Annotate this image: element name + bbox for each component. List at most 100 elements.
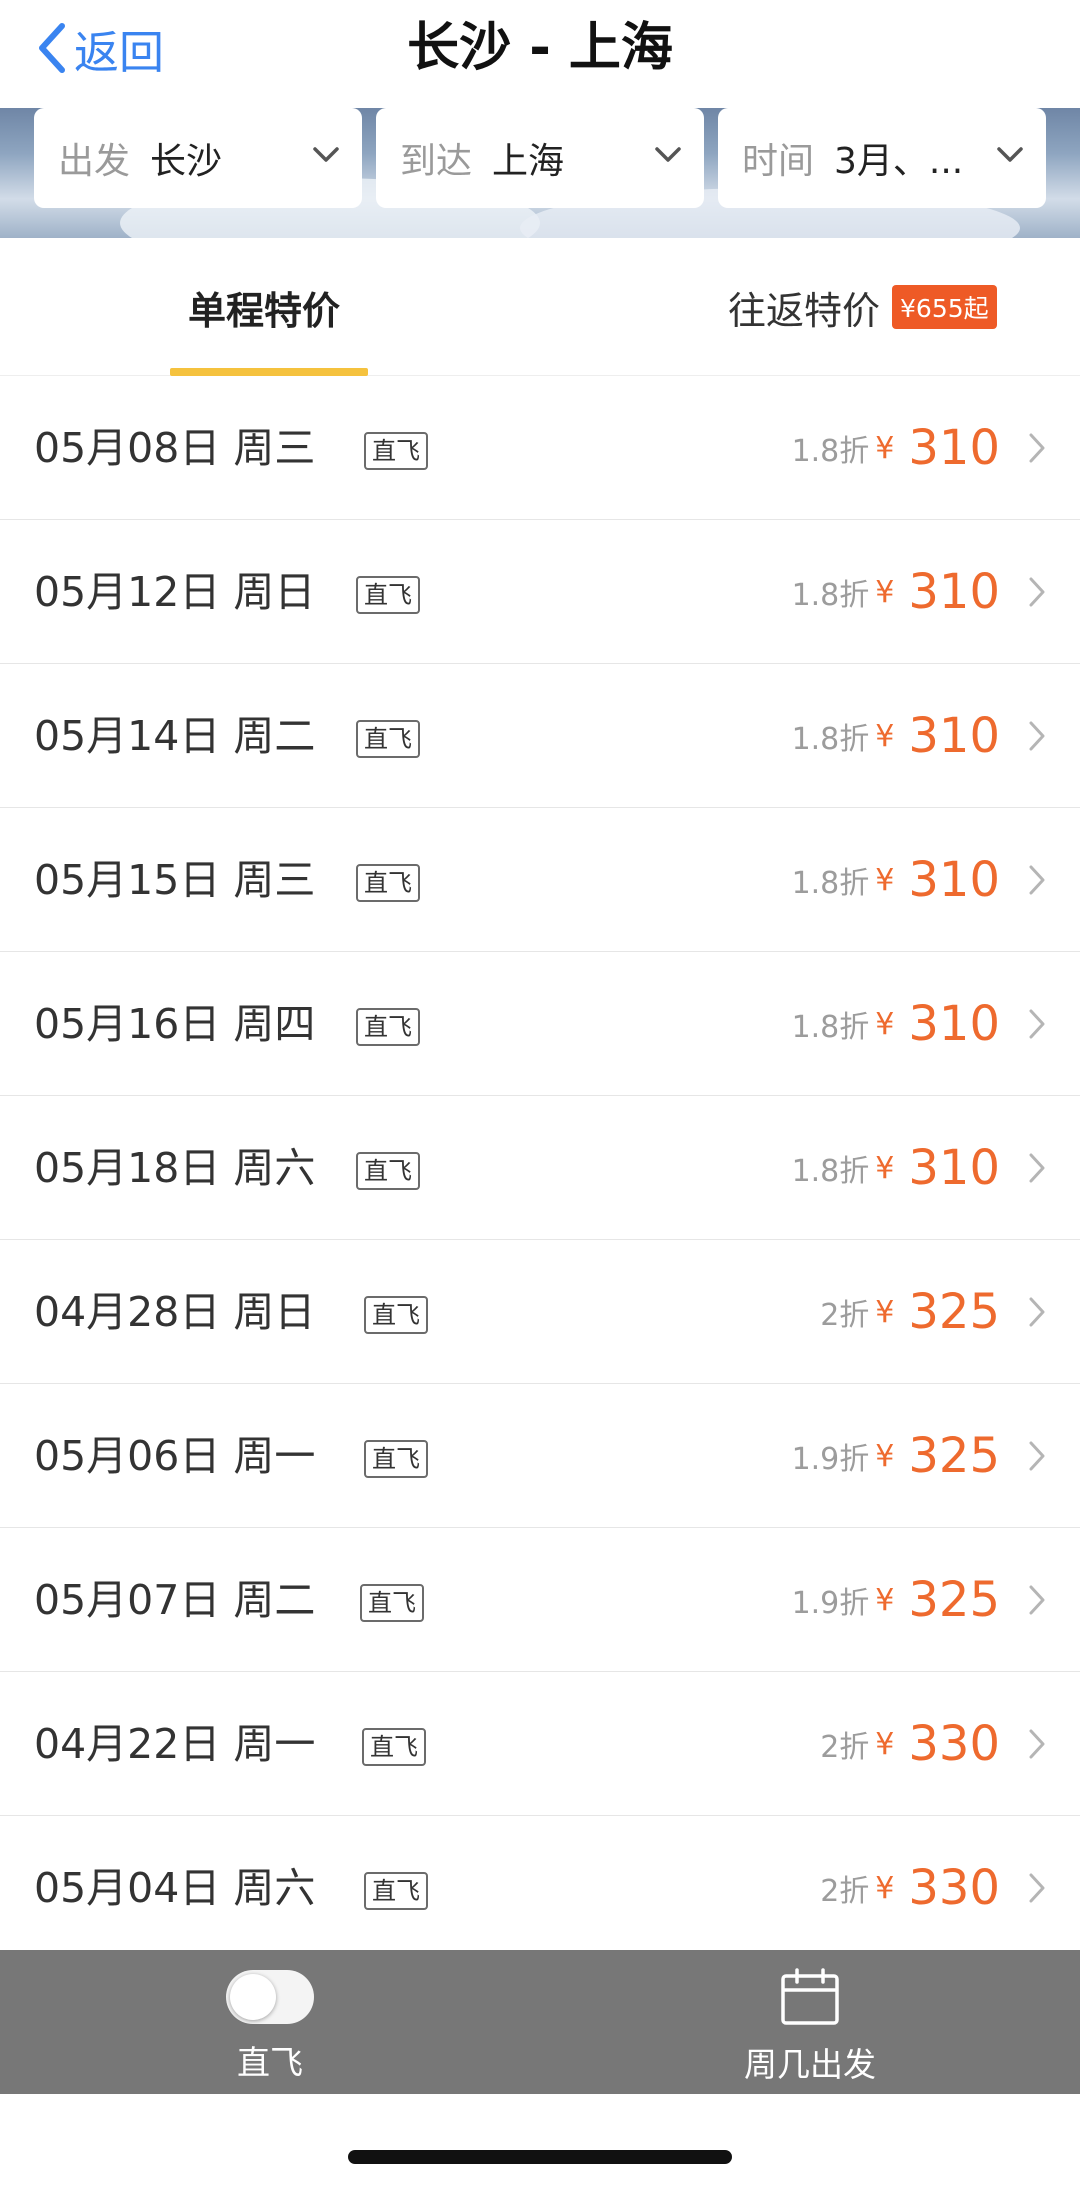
flight-price: 1.8折 ¥310 [792, 1096, 1000, 1240]
price-amount: 310 [908, 564, 1000, 620]
chevron-down-icon [313, 147, 339, 162]
price-amount: 330 [908, 1860, 1000, 1916]
discount-label: 1.8折 [791, 722, 870, 757]
direct-flight-tag: 直飞 [356, 1008, 420, 1046]
flight-date: 05月12日 周日 [34, 568, 316, 616]
chevron-right-icon [1029, 1153, 1045, 1183]
discount-label: 1.8折 [791, 866, 870, 901]
direct-flight-tag: 直飞 [356, 1152, 420, 1190]
time-label: 时间 [742, 141, 815, 182]
price-amount: 310 [908, 420, 1000, 476]
page-title: 长沙 - 上海 [407, 18, 673, 78]
currency-symbol: ¥ [875, 1294, 895, 1330]
currency-symbol: ¥ [875, 1438, 895, 1474]
time-filter[interactable]: 时间 3月、... [718, 108, 1046, 208]
price-amount: 325 [908, 1284, 1000, 1340]
toggle-switch-icon[interactable] [226, 1970, 314, 2024]
flight-row[interactable]: 05月16日 周四 直飞 1.8折 ¥310 [0, 952, 1080, 1096]
chevron-right-icon [1029, 721, 1045, 751]
discount-label: 1.9折 [791, 1586, 870, 1621]
flight-date: 05月04日 周六 [34, 1864, 316, 1912]
currency-symbol: ¥ [875, 862, 895, 898]
flight-price: 1.8折 ¥310 [792, 808, 1000, 952]
discount-label: 1.8折 [791, 578, 870, 613]
flight-date: 05月14日 周二 [34, 712, 316, 760]
flight-date: 05月15日 周三 [34, 856, 316, 904]
flight-row[interactable]: 04月28日 周日 直飞 2折 ¥325 [0, 1240, 1080, 1384]
chevron-right-icon [1029, 865, 1045, 895]
flight-price: 2折 ¥325 [820, 1240, 1000, 1384]
price-amount: 310 [908, 708, 1000, 764]
chevron-right-icon [1029, 1873, 1045, 1903]
direct-flight-tag: 直飞 [356, 720, 420, 758]
direct-flight-tag: 直飞 [364, 1296, 428, 1334]
round-trip-price-badge: ¥655起 [892, 285, 997, 329]
currency-symbol: ¥ [875, 430, 895, 466]
direct-flight-tag: 直飞 [356, 576, 420, 614]
flight-row[interactable]: 04月22日 周一 直飞 2折 ¥330 [0, 1672, 1080, 1816]
flight-date: 05月18日 周六 [34, 1144, 316, 1192]
flight-row[interactable]: 05月07日 周二 直飞 1.9折 ¥325 [0, 1528, 1080, 1672]
nav-bar: 返回 长沙 - 上海 [0, 0, 1080, 108]
direct-flight-toggle-button[interactable]: 直飞 [190, 1950, 350, 2094]
bottom-bar: 直飞 周几出发 [0, 1950, 1080, 2094]
discount-label: 1.9折 [791, 1442, 870, 1477]
time-value: 3月、... [834, 141, 964, 182]
discount-label: 2折 [820, 1874, 870, 1909]
discount-label: 1.8折 [791, 434, 870, 469]
direct-flight-tag: 直飞 [362, 1728, 426, 1766]
home-indicator[interactable] [348, 2150, 732, 2164]
currency-symbol: ¥ [875, 1726, 895, 1762]
weekday-departure-button[interactable]: 周几出发 [720, 1950, 900, 2094]
chevron-right-icon [1029, 1585, 1045, 1615]
flight-row[interactable]: 05月12日 周日 直飞 1.8折 ¥310 [0, 520, 1080, 664]
price-amount: 310 [908, 1140, 1000, 1196]
departure-value: 长沙 [150, 141, 223, 182]
currency-symbol: ¥ [875, 1582, 895, 1618]
direct-flight-tag: 直飞 [364, 432, 428, 470]
flight-row[interactable]: 05月08日 周三 直飞 1.8折 ¥310 [0, 376, 1080, 520]
flight-date: 05月06日 周一 [34, 1432, 316, 1480]
departure-filter[interactable]: 出发 长沙 [34, 108, 362, 208]
filter-banner: 出发 长沙 到达 上海 时间 3月、... [0, 108, 1080, 238]
tab-round-trip[interactable]: 往返特价 ¥655起 [728, 238, 997, 376]
flight-price: 1.9折 ¥325 [792, 1528, 1000, 1672]
arrival-filter[interactable]: 到达 上海 [376, 108, 704, 208]
flight-date: 05月08日 周三 [34, 424, 316, 472]
price-amount: 325 [908, 1428, 1000, 1484]
currency-symbol: ¥ [875, 718, 895, 754]
filter-bar: 出发 长沙 到达 上海 时间 3月、... [34, 108, 1046, 208]
direct-flight-tag: 直飞 [356, 864, 420, 902]
flight-price: 1.8折 ¥310 [792, 664, 1000, 808]
flight-price: 1.9折 ¥325 [792, 1384, 1000, 1528]
discount-label: 1.8折 [791, 1010, 870, 1045]
flight-price: 2折 ¥330 [820, 1672, 1000, 1816]
direct-flight-tag: 直飞 [364, 1872, 428, 1910]
flight-date: 04月28日 周日 [34, 1288, 316, 1336]
flight-row[interactable]: 05月06日 周一 直飞 1.9折 ¥325 [0, 1384, 1080, 1528]
chevron-down-icon [997, 147, 1023, 162]
discount-label: 1.8折 [791, 1154, 870, 1189]
arrival-value: 上海 [492, 141, 565, 182]
currency-symbol: ¥ [875, 1006, 895, 1042]
currency-symbol: ¥ [875, 1870, 895, 1906]
chevron-down-icon [655, 147, 681, 162]
chevron-right-icon [1029, 433, 1045, 463]
currency-symbol: ¥ [875, 574, 895, 610]
chevron-right-icon [1029, 577, 1045, 607]
flight-row[interactable]: 05月15日 周三 直飞 1.8折 ¥310 [0, 808, 1080, 952]
chevron-right-icon [1029, 1009, 1045, 1039]
flight-list: 05月08日 周三 直飞 1.8折 ¥310 05月12日 周日 直飞 1.8折 ¥310 05… [0, 376, 1080, 1960]
flight-row[interactable]: 05月14日 周二 直飞 1.8折 ¥310 [0, 664, 1080, 808]
discount-label: 2折 [820, 1730, 870, 1765]
flight-row[interactable]: 05月04日 周六 直飞 2折 ¥330 [0, 1816, 1080, 1960]
flight-date: 05月07日 周二 [34, 1576, 316, 1624]
tab-one-way[interactable]: 单程特价 [170, 238, 368, 376]
arrival-label: 到达 [400, 141, 473, 182]
direct-flight-tag: 直飞 [364, 1440, 428, 1478]
flight-price: 1.8折 ¥310 [792, 952, 1000, 1096]
toggle-knob [230, 1974, 276, 2020]
discount-label: 2折 [820, 1298, 870, 1333]
price-amount: 310 [908, 852, 1000, 908]
flight-row[interactable]: 05月18日 周六 直飞 1.8折 ¥310 [0, 1096, 1080, 1240]
